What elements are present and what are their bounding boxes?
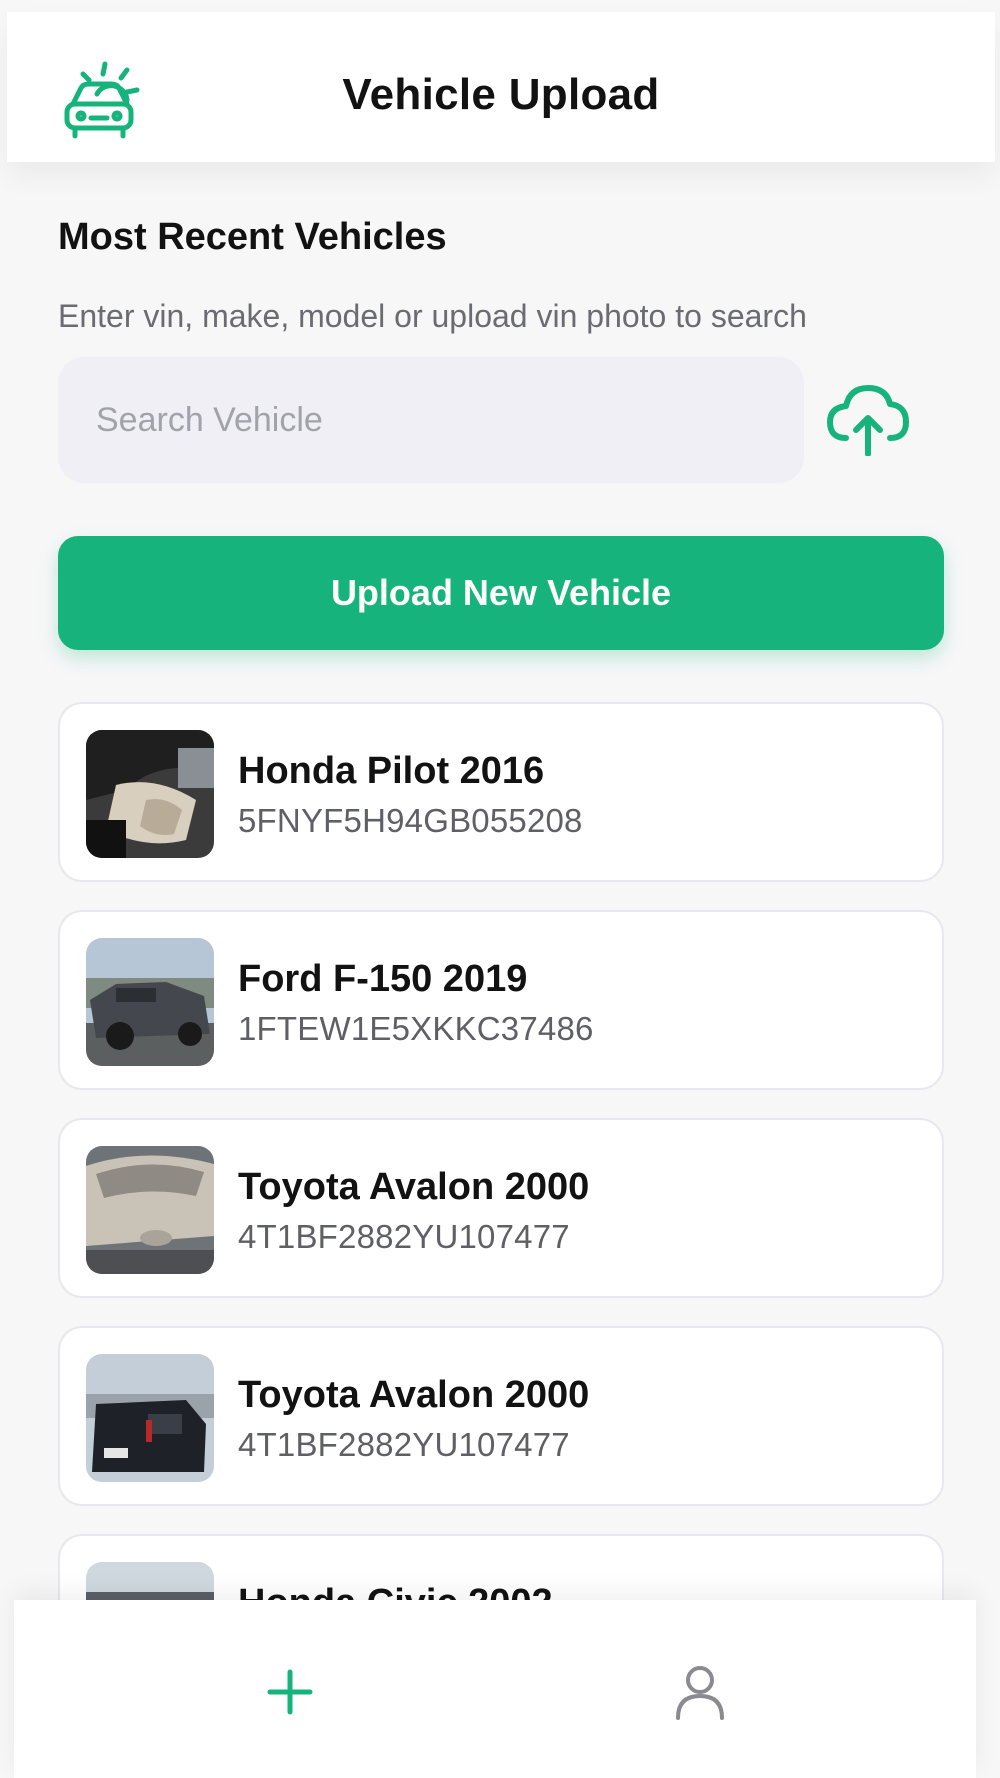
- search-input[interactable]: [94, 399, 778, 441]
- vehicle-thumbnail: [86, 1146, 214, 1274]
- vehicle-thumbnail: [86, 730, 214, 858]
- vehicle-card[interactable]: Toyota Avalon 2000 4T1BF2882YU107477: [58, 1118, 944, 1298]
- vehicle-name: Toyota Avalon 2000: [238, 1374, 590, 1416]
- vehicle-thumbnail: [86, 938, 214, 1066]
- vehicle-thumbnail: [86, 1354, 214, 1482]
- app-screen: Vehicle Upload Most Recent Vehicles Ente…: [0, 0, 1000, 1778]
- search-box: [58, 357, 804, 483]
- vehicle-vin: 4T1BF2882YU107477: [238, 1218, 570, 1255]
- upload-new-vehicle-label: Upload New Vehicle: [330, 572, 672, 613]
- nav-profile-button[interactable]: [660, 1652, 740, 1732]
- search-hint: Enter vin, make, model or upload vin pho…: [58, 298, 807, 334]
- vehicle-vin: 5FNYF5H94GB055208: [238, 802, 583, 839]
- vehicle-name: Toyota Avalon 2000: [238, 1166, 590, 1208]
- vehicle-card[interactable]: Toyota Avalon 2000 4T1BF2882YU107477: [58, 1326, 944, 1506]
- plus-icon: [267, 1669, 313, 1715]
- user-icon: [676, 1666, 724, 1720]
- vehicle-vin: 1FTEW1E5XKKC37486: [238, 1010, 594, 1047]
- bottom-navigation: [14, 1600, 976, 1778]
- page-title: Vehicle Upload: [342, 70, 660, 119]
- vehicle-name: Honda Pilot 2016: [238, 750, 545, 792]
- upload-new-vehicle-button[interactable]: Upload New Vehicle: [58, 536, 944, 650]
- vehicle-card[interactable]: Ford F-150 2019 1FTEW1E5XKKC37486: [58, 910, 944, 1090]
- vehicle-vin: 4T1BF2882YU107477: [238, 1426, 570, 1463]
- upload-vin-photo-button[interactable]: [826, 384, 910, 456]
- vehicle-name: Ford F-150 2019: [238, 958, 528, 1000]
- vehicle-card[interactable]: Honda Pilot 2016 5FNYF5H94GB055208: [58, 702, 944, 882]
- cloud-upload-icon: [827, 385, 909, 456]
- section-title: Most Recent Vehicles: [58, 216, 447, 258]
- app-header: Vehicle Upload: [7, 12, 995, 162]
- nav-add-button[interactable]: [250, 1652, 330, 1732]
